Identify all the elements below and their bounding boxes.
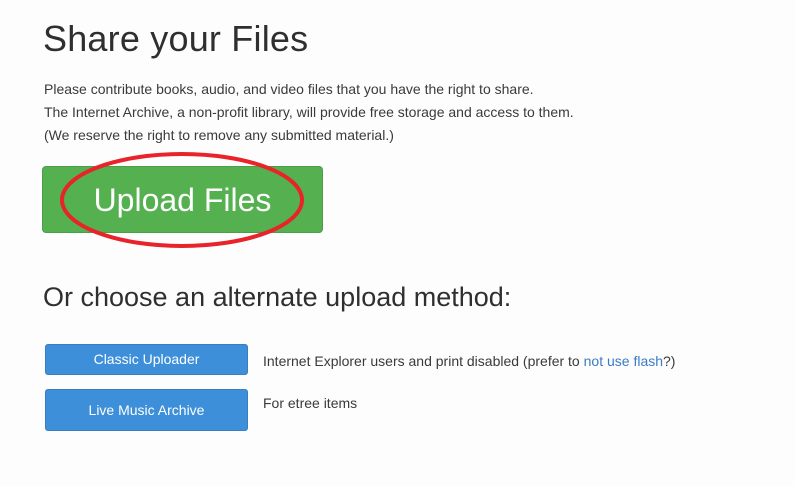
classic-uploader-button[interactable]: Classic Uploader: [45, 344, 248, 375]
upload-area: Upload Files: [42, 166, 323, 233]
intro-line-1: Please contribute books, audio, and vide…: [44, 81, 534, 97]
alternate-upload-heading: Or choose an alternate upload method:: [43, 282, 512, 312]
classic-uploader-description: Internet Explorer users and print disabl…: [263, 353, 675, 369]
live-music-archive-button[interactable]: Live Music Archive: [45, 389, 248, 431]
intro-text: Please contribute books, audio, and vide…: [44, 78, 764, 147]
intro-line-3: (We reserve the right to remove any subm…: [44, 127, 394, 143]
page-title: Share your Files: [43, 18, 309, 59]
classic-desc-suffix: ?): [663, 353, 676, 369]
upload-files-button[interactable]: Upload Files: [42, 166, 323, 233]
not-use-flash-link[interactable]: not use flash: [584, 353, 663, 369]
classic-desc-text: Internet Explorer users and print disabl…: [263, 353, 584, 369]
intro-line-2: The Internet Archive, a non-profit libra…: [44, 104, 574, 120]
live-music-archive-description: For etree items: [263, 395, 358, 411]
share-files-page: Share your Files Please contribute books…: [0, 0, 795, 486]
